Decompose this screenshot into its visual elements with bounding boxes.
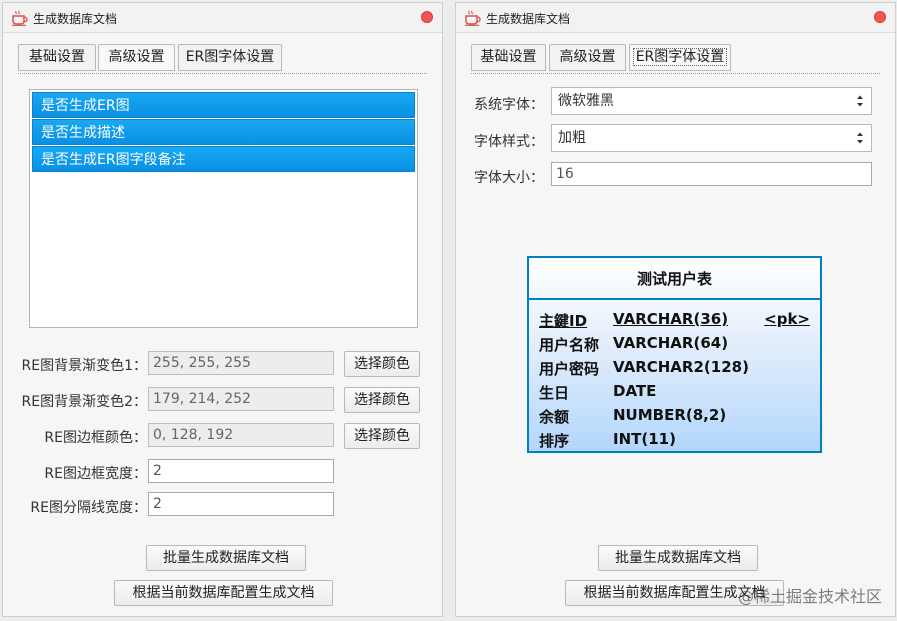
border-width-input[interactable]: 2 xyxy=(148,459,334,483)
coffee-cup-icon xyxy=(465,10,481,26)
er-row: 用户密码 VARCHAR2(128) xyxy=(539,358,810,382)
er-row: 生日 DATE xyxy=(539,382,810,406)
list-item-generate-er-field-remark[interactable]: 是否生成ER图字段备注 xyxy=(32,146,415,172)
batch-generate-button[interactable]: 批量生成数据库文档 xyxy=(598,545,758,571)
er-column-name: 用户名称 xyxy=(539,336,600,354)
font-style-label: 字体样式： xyxy=(474,134,544,150)
tab-advanced-settings[interactable]: 高级设置 xyxy=(98,44,175,71)
er-column-type: INT(11) xyxy=(613,430,676,448)
system-font-label: 系统字体： xyxy=(474,97,544,113)
er-column-type: VARCHAR2(128) xyxy=(613,358,749,376)
er-column-name: 用户密码 xyxy=(539,360,600,378)
watermark: @稀土掘金技术社区 xyxy=(738,587,883,606)
bg-gradient-1-label: RE图背景渐变色1： xyxy=(21,358,147,374)
border-color-field[interactable]: 0, 128, 192 xyxy=(148,423,334,447)
spinner-arrows-icon xyxy=(857,132,863,144)
er-column-name: 生日 xyxy=(539,384,570,402)
er-column-name: 排序 xyxy=(539,432,570,450)
options-list[interactable]: 是否生成ER图 是否生成描述 是否生成ER图字段备注 xyxy=(29,89,418,328)
font-size-label: 字体大小： xyxy=(474,170,544,186)
pick-color-button-2[interactable]: 选择颜色 xyxy=(344,387,420,413)
bg-gradient-1-field[interactable]: 255, 255, 255 xyxy=(148,351,334,375)
window-title: 生成数据库文档 xyxy=(486,12,571,26)
system-font-value: 微软雅黑 xyxy=(558,93,614,109)
tab-divider xyxy=(471,73,880,74)
batch-generate-button[interactable]: 批量生成数据库文档 xyxy=(146,545,306,571)
er-column-type: NUMBER(8,2) xyxy=(613,406,727,424)
bg-gradient-2-label: RE图背景渐变色2： xyxy=(21,394,147,410)
er-preview-table: 测试用户表 主鍵ID VARCHAR(36) <pk> 用户名称 VARCHAR… xyxy=(527,256,822,453)
bg-gradient-2-field[interactable]: 179, 214, 252 xyxy=(148,387,334,411)
right-window: 生成数据库文档 基础设置 高级设置 ER图字体设置 系统字体： 微软雅黑 字体样… xyxy=(455,2,896,617)
font-style-value: 加粗 xyxy=(558,130,586,146)
er-column-name: 余额 xyxy=(539,408,570,426)
tab-er-font-settings[interactable]: ER图字体设置 xyxy=(629,44,731,71)
close-button[interactable] xyxy=(421,11,433,23)
divider-width-input[interactable]: 2 xyxy=(148,492,334,516)
er-column-name: 主鍵ID xyxy=(539,312,588,330)
list-item-generate-er[interactable]: 是否生成ER图 xyxy=(32,92,415,118)
titlebar: 生成数据库文档 xyxy=(456,3,895,33)
left-window: 生成数据库文档 基础设置 高级设置 ER图字体设置 是否生成ER图 是否生成描述… xyxy=(2,2,443,617)
er-column-type: VARCHAR(36) xyxy=(613,310,729,328)
er-table-name: 测试用户表 xyxy=(529,258,820,300)
er-column-type: DATE xyxy=(613,382,657,400)
er-row: 排序 INT(11) xyxy=(539,430,810,454)
window-title: 生成数据库文档 xyxy=(33,12,118,26)
pick-color-button-3[interactable]: 选择颜色 xyxy=(344,423,420,449)
pick-color-button-1[interactable]: 选择颜色 xyxy=(344,351,420,377)
tab-er-font-settings[interactable]: ER图字体设置 xyxy=(178,44,282,71)
coffee-cup-icon xyxy=(12,10,28,26)
list-item-generate-description[interactable]: 是否生成描述 xyxy=(32,119,415,145)
close-button[interactable] xyxy=(874,11,886,23)
generate-from-config-button[interactable]: 根据当前数据库配置生成文档 xyxy=(114,580,333,606)
er-row: 用户名称 VARCHAR(64) xyxy=(539,334,810,358)
tab-basic-settings[interactable]: 基础设置 xyxy=(471,44,546,71)
titlebar: 生成数据库文档 xyxy=(3,3,442,33)
divider-width-label: RE图分隔线宽度： xyxy=(30,500,147,516)
er-column-type: VARCHAR(64) xyxy=(613,334,729,352)
tab-basic-settings[interactable]: 基础设置 xyxy=(18,44,96,71)
er-row: 余额 NUMBER(8,2) xyxy=(539,406,810,430)
spinner-arrows-icon xyxy=(857,95,863,107)
border-width-label: RE图边框宽度： xyxy=(44,466,147,482)
tab-advanced-settings[interactable]: 高级设置 xyxy=(549,44,626,71)
tab-divider xyxy=(18,73,427,74)
font-style-select[interactable]: 加粗 xyxy=(551,124,872,152)
font-size-input[interactable]: 16 xyxy=(551,162,872,186)
er-column-key: <pk> xyxy=(764,310,810,328)
er-row: 主鍵ID VARCHAR(36) <pk> xyxy=(539,310,810,334)
border-color-label: RE图边框颜色： xyxy=(44,430,147,446)
system-font-select[interactable]: 微软雅黑 xyxy=(551,87,872,115)
